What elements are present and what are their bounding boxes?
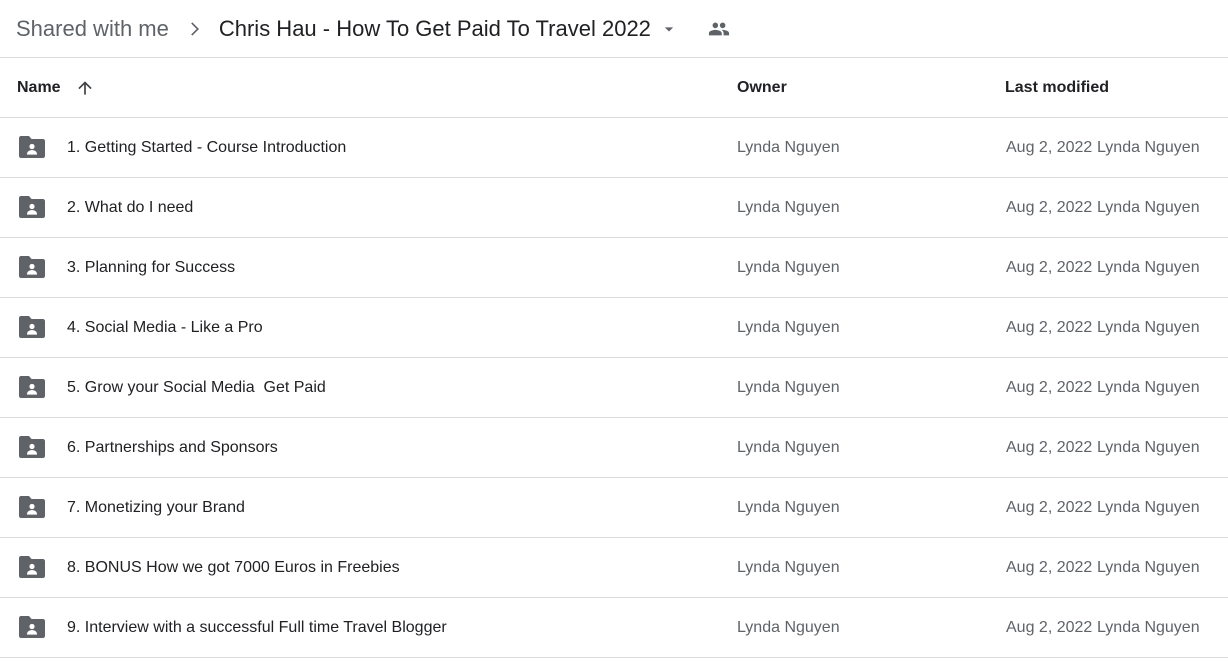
- file-owner: Lynda Nguyen: [737, 259, 840, 276]
- modified-by: Lynda Nguyen: [1097, 439, 1200, 456]
- file-name[interactable]: 1. Getting Started - Course Introduction: [67, 118, 346, 178]
- modified-by: Lynda Nguyen: [1097, 139, 1200, 156]
- table-row[interactable]: 7. Monetizing your Brand Lynda Nguyen Aug …: [0, 478, 1228, 538]
- file-owner: Lynda Nguyen: [737, 379, 840, 396]
- file-name[interactable]: 7. Monetizing your Brand: [67, 478, 245, 538]
- table-row[interactable]: 5. Grow your Social Media Get Paid Lynda …: [0, 358, 1228, 418]
- column-header-name-label: Name: [17, 79, 61, 96]
- shared-folder-icon: [19, 376, 45, 398]
- file-owner: Lynda Nguyen: [737, 499, 840, 516]
- file-name[interactable]: 8. BONUS How we got 7000 Euros in Freebi…: [67, 538, 400, 598]
- shared-folder-icon: [19, 196, 45, 218]
- shared-folder-icon: [19, 256, 45, 278]
- modified-date: Aug 2, 2022: [1006, 319, 1093, 336]
- table-row[interactable]: 6. Partnerships and Sponsors Lynda Nguyen…: [0, 418, 1228, 478]
- column-header-owner: Owner: [737, 79, 787, 96]
- file-name[interactable]: 2. What do I need: [67, 178, 193, 238]
- table-row[interactable]: 8. BONUS How we got 7000 Euros in Freebi…: [0, 538, 1228, 598]
- modified-by: Lynda Nguyen: [1097, 559, 1200, 576]
- modified-date: Aug 2, 2022: [1006, 439, 1093, 456]
- modified-by: Lynda Nguyen: [1097, 199, 1200, 216]
- table-row[interactable]: 1. Getting Started - Course Introduction…: [0, 118, 1228, 178]
- modified-date: Aug 2, 2022: [1006, 199, 1093, 216]
- file-list: 1. Getting Started - Course Introduction…: [0, 118, 1228, 658]
- modified-by: Lynda Nguyen: [1097, 259, 1200, 276]
- file-owner: Lynda Nguyen: [737, 559, 840, 576]
- arrow-upward-icon[interactable]: [75, 78, 95, 98]
- modified-date: Aug 2, 2022: [1006, 559, 1093, 576]
- modified-by: Lynda Nguyen: [1097, 379, 1200, 396]
- chevron-right-icon: [169, 19, 219, 39]
- modified-by: Lynda Nguyen: [1097, 619, 1200, 636]
- file-name[interactable]: 5. Grow your Social Media Get Paid: [67, 358, 326, 418]
- shared-folder-icon: [19, 616, 45, 638]
- modified-by: Lynda Nguyen: [1097, 319, 1200, 336]
- column-header-name[interactable]: Name: [17, 58, 95, 118]
- file-list-header: Name Owner Last modified: [0, 58, 1228, 118]
- file-owner: Lynda Nguyen: [737, 619, 840, 636]
- arrow-drop-down-icon[interactable]: [659, 19, 679, 39]
- column-header-last-modified[interactable]: Last modified: [1005, 58, 1109, 118]
- file-name[interactable]: 9. Interview with a successful Full time…: [67, 598, 447, 658]
- shared-folder-icon: [19, 556, 45, 578]
- modified-by: Lynda Nguyen: [1097, 499, 1200, 516]
- modified-date: Aug 2, 2022: [1006, 259, 1093, 276]
- breadcrumb-current-folder[interactable]: Chris Hau - How To Get Paid To Travel 20…: [219, 16, 651, 42]
- modified-date: Aug 2, 2022: [1006, 379, 1093, 396]
- file-owner: Lynda Nguyen: [737, 319, 840, 336]
- file-name[interactable]: 4. Social Media - Like a Pro: [67, 298, 263, 358]
- breadcrumb: Shared with me Chris Hau - How To Get Pa…: [0, 0, 1228, 58]
- file-name[interactable]: 6. Partnerships and Sponsors: [67, 418, 278, 478]
- file-owner: Lynda Nguyen: [737, 139, 840, 156]
- table-row[interactable]: 9. Interview with a successful Full time…: [0, 598, 1228, 658]
- table-row[interactable]: 4. Social Media - Like a Pro Lynda Nguyen…: [0, 298, 1228, 358]
- shared-folder-icon: [19, 436, 45, 458]
- shared-folder-icon: [19, 136, 45, 158]
- shared-folder-icon: [19, 316, 45, 338]
- file-owner: Lynda Nguyen: [737, 439, 840, 456]
- file-owner: Lynda Nguyen: [737, 199, 840, 216]
- shared-people-icon[interactable]: [707, 17, 731, 41]
- modified-date: Aug 2, 2022: [1006, 139, 1093, 156]
- table-row[interactable]: 3. Planning for Success Lynda Nguyen Aug 2…: [0, 238, 1228, 298]
- table-row[interactable]: 2. What do I need Lynda Nguyen Aug 2, 2022…: [0, 178, 1228, 238]
- modified-date: Aug 2, 2022: [1006, 619, 1093, 636]
- breadcrumb-shared-with-me[interactable]: Shared with me: [16, 16, 169, 42]
- modified-date: Aug 2, 2022: [1006, 499, 1093, 516]
- file-name[interactable]: 3. Planning for Success: [67, 238, 235, 298]
- shared-folder-icon: [19, 496, 45, 518]
